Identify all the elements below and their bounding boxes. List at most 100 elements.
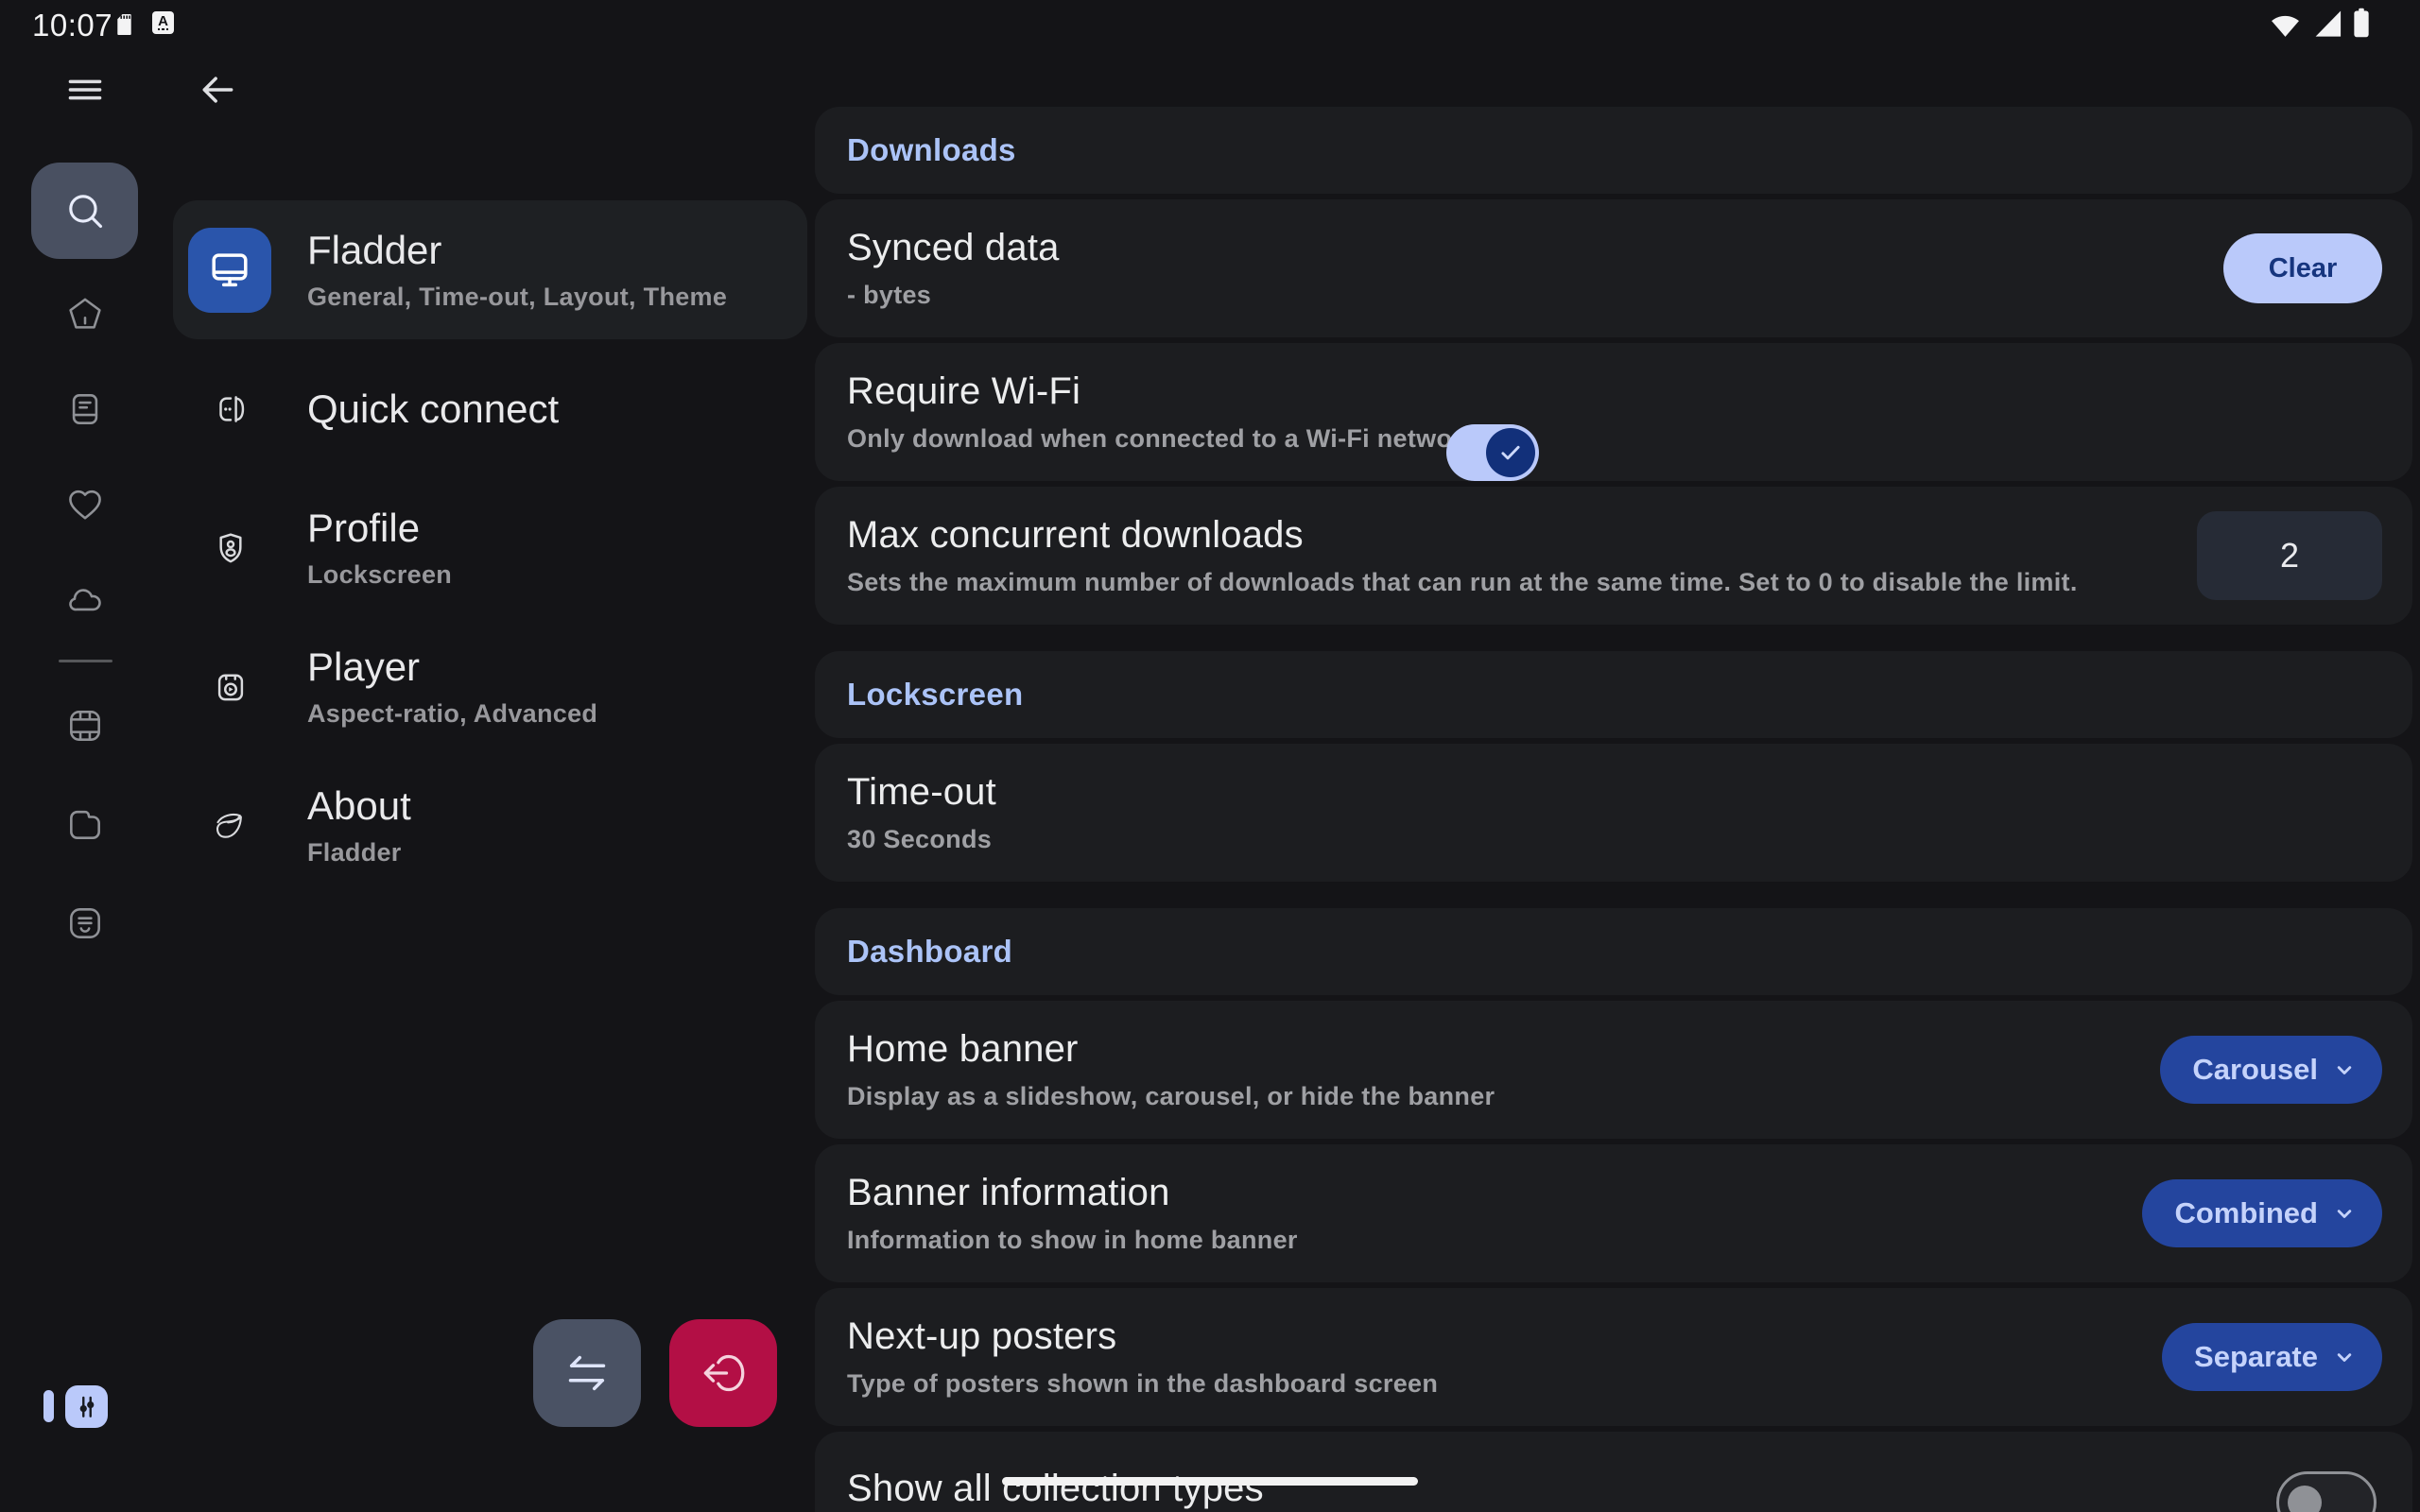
setting-row-require-wifi[interactable]: Require Wi-Fi Only download when connect… (815, 343, 2412, 481)
arrow-left-icon (197, 69, 238, 111)
section-header-label: Dashboard (847, 934, 1012, 970)
nav-item-subtitle: Fladder (307, 838, 411, 868)
setting-row-synced-data[interactable]: Synced data - bytes Clear (815, 199, 2412, 337)
sliders-icon (72, 1392, 102, 1422)
setting-row-show-all-collection-types[interactable]: Show all collection types (815, 1432, 2412, 1512)
screen: 10:07 A (0, 0, 2420, 1512)
shield-account-icon (211, 528, 251, 568)
player-icon (211, 667, 251, 707)
settings-nav-item-quick-connect[interactable]: Quick connect (173, 339, 807, 478)
nav-item-title: Fladder (307, 228, 727, 273)
home-icon (64, 294, 106, 335)
settings-nav: Fladder General, Time-out, Layout, Theme… (173, 200, 807, 895)
sidebar-item-collections[interactable] (64, 902, 106, 944)
fladder-logo-icon (211, 806, 251, 846)
section-header-label: Downloads (847, 132, 1016, 168)
toggle-thumb (1486, 428, 1535, 477)
switch-user-button[interactable] (533, 1319, 641, 1427)
logout-button[interactable] (669, 1319, 777, 1427)
setting-row-next-up-posters[interactable]: Next-up posters Type of posters shown in… (815, 1288, 2412, 1426)
nav-item-title: Profile (307, 506, 452, 551)
show-all-collection-types-toggle[interactable] (2276, 1471, 2377, 1512)
cloud-icon (64, 577, 106, 619)
nav-item-title: Quick connect (307, 387, 559, 432)
setting-row-time-out[interactable]: Time-out 30 Seconds (815, 744, 2412, 882)
display-icon (188, 228, 271, 313)
nav-item-subtitle: General, Time-out, Layout, Theme (307, 283, 727, 312)
rail-divider (59, 660, 112, 662)
row-title: Home banner (847, 1028, 1495, 1071)
chevron-down-icon (2331, 1344, 2358, 1370)
settings-nav-item-about[interactable]: About Fladder (173, 756, 807, 895)
row-title: Next-up posters (847, 1315, 1438, 1358)
quick-connect-icon (211, 389, 251, 429)
sidebar-item-folders[interactable] (64, 803, 106, 845)
menu-button[interactable] (60, 68, 110, 112)
dropdown-value: Combined (2174, 1196, 2318, 1230)
row-subtitle: Information to show in home banner (847, 1226, 1298, 1255)
row-subtitle: Type of posters shown in the dashboard s… (847, 1369, 1438, 1399)
require-wifi-toggle[interactable] (1446, 424, 1539, 481)
section-header: Downloads (815, 107, 2412, 194)
section-header-label: Lockscreen (847, 677, 1023, 713)
sidebar-item-search[interactable] (31, 163, 138, 259)
hamburger-icon (61, 69, 109, 111)
swap-horizontal-icon (561, 1347, 614, 1400)
status-time: 10:07 (32, 8, 112, 43)
row-title: Require Wi-Fi (847, 370, 1477, 413)
gesture-navigation-pill[interactable] (1002, 1477, 1418, 1486)
check-icon (1496, 438, 1525, 467)
max-concurrent-value-field[interactable]: 2 (2197, 511, 2382, 600)
settings-nav-item-player[interactable]: Player Aspect-ratio, Advanced (173, 617, 807, 756)
nav-item-subtitle: Lockscreen (307, 560, 452, 590)
row-subtitle: 30 Seconds (847, 825, 996, 854)
home-banner-dropdown[interactable]: Carousel (2160, 1036, 2382, 1104)
wifi-icon (2268, 9, 2303, 38)
next-up-posters-dropdown[interactable]: Separate (2162, 1323, 2382, 1391)
section-header: Dashboard (815, 908, 2412, 995)
row-subtitle: Sets the maximum number of downloads tha… (847, 568, 2078, 597)
sidebar-item-favorites[interactable] (64, 483, 106, 524)
dropdown-value: Separate (2194, 1340, 2318, 1374)
clear-button[interactable]: Clear (2223, 233, 2382, 303)
row-subtitle: Only download when connected to a Wi-Fi … (847, 424, 1477, 454)
nav-item-title: Player (307, 644, 597, 690)
sidebar-item-library[interactable] (64, 388, 106, 430)
row-title: Synced data (847, 227, 1060, 269)
row-subtitle: Display as a slideshow, carousel, or hid… (847, 1082, 1495, 1111)
setting-row-home-banner[interactable]: Home banner Display as a slideshow, caro… (815, 1001, 2412, 1139)
keyboard-a-icon: A (152, 11, 174, 34)
sidebar-item-settings[interactable] (65, 1385, 108, 1428)
library-icon (64, 388, 106, 430)
sd-card-icon (111, 10, 133, 36)
heart-icon (64, 483, 106, 524)
sidebar-item-sync[interactable] (64, 577, 106, 619)
battery-icon (2352, 8, 2371, 38)
settings-nav-item-fladder[interactable]: Fladder General, Time-out, Layout, Theme (173, 200, 807, 339)
sidebar-item-home[interactable] (64, 294, 106, 335)
settings-active-indicator (43, 1390, 54, 1422)
dropdown-value: Carousel (2192, 1053, 2318, 1087)
section-lockscreen: Lockscreen Time-out 30 Seconds (815, 651, 2412, 882)
logout-icon (697, 1347, 750, 1400)
search-icon (61, 187, 109, 234)
row-subtitle: - bytes (847, 281, 1060, 310)
nav-item-title: About (307, 783, 411, 829)
film-icon (64, 705, 106, 747)
toggle-thumb (2288, 1486, 2322, 1512)
section-dashboard: Dashboard Home banner Display as a slide… (815, 908, 2412, 1512)
nav-item-subtitle: Aspect-ratio, Advanced (307, 699, 597, 729)
row-title: Time-out (847, 771, 996, 814)
sidebar-item-media[interactable] (64, 705, 106, 747)
cellular-signal-icon (2311, 9, 2343, 38)
setting-row-banner-information[interactable]: Banner information Information to show i… (815, 1144, 2412, 1282)
banner-information-dropdown[interactable]: Combined (2142, 1179, 2382, 1247)
setting-row-max-concurrent-downloads[interactable]: Max concurrent downloads Sets the maximu… (815, 487, 2412, 625)
section-header: Lockscreen (815, 651, 2412, 738)
back-button[interactable] (195, 68, 240, 112)
row-title: Max concurrent downloads (847, 514, 2078, 557)
settings-nav-item-profile[interactable]: Profile Lockscreen (173, 478, 807, 617)
chevron-down-icon (2331, 1200, 2358, 1227)
chevron-down-icon (2331, 1057, 2358, 1083)
folder-icon (64, 803, 106, 845)
